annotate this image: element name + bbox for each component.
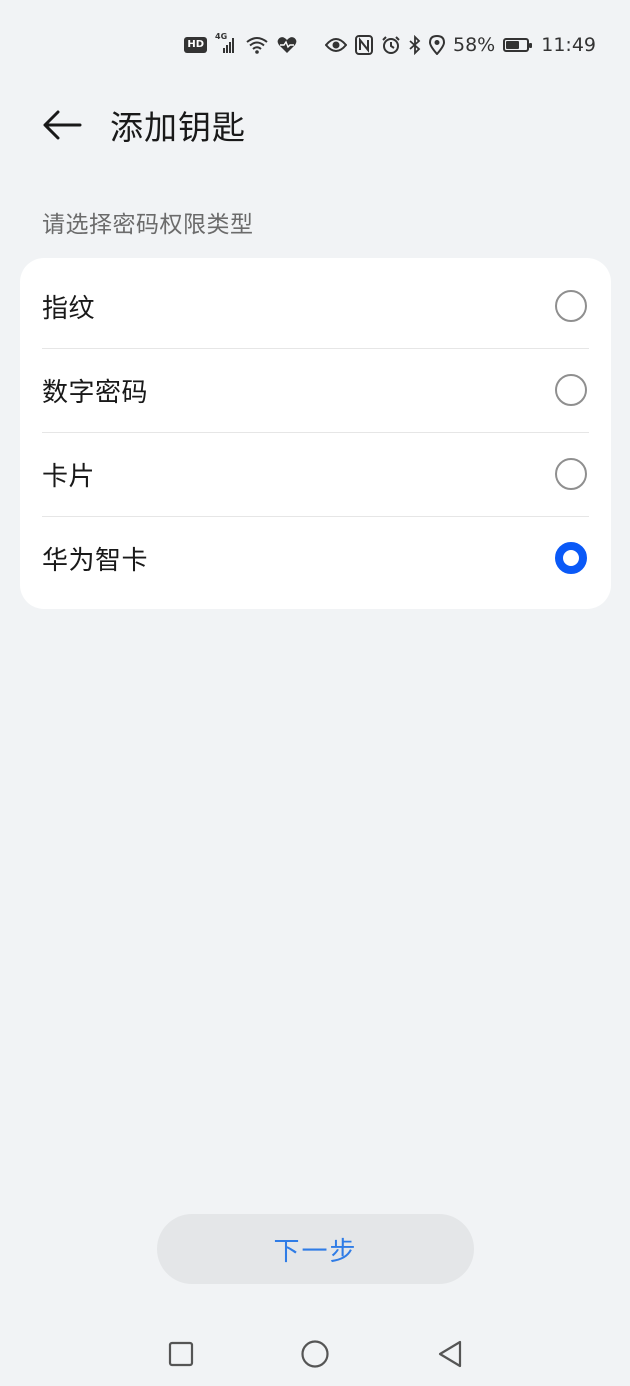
option-digital-password[interactable]: 数字密码	[42, 348, 589, 432]
health-heart-icon	[277, 34, 297, 56]
eye-comfort-icon	[325, 34, 347, 56]
battery-icon	[503, 34, 533, 56]
battery-percent: 58%	[453, 34, 496, 56]
back-button[interactable]	[40, 103, 84, 147]
back-nav-button[interactable]	[430, 1334, 470, 1374]
next-step-button[interactable]: 下一步	[157, 1214, 474, 1284]
radio-button[interactable]	[555, 290, 587, 322]
nfc-icon	[355, 34, 373, 56]
battery-outline	[503, 38, 533, 52]
location-icon	[429, 34, 445, 56]
option-label: 卡片	[42, 461, 96, 492]
hd-label: HD	[184, 37, 207, 53]
bluetooth-icon	[409, 34, 421, 56]
radio-button[interactable]	[555, 542, 587, 574]
section-subheading: 请选择密码权限类型	[42, 212, 254, 238]
network-type-label: 4G	[215, 32, 228, 41]
cellular-signal-icon: 4G	[215, 32, 237, 56]
battery-level-fill	[506, 41, 519, 49]
header: 添加钥匙	[40, 96, 246, 154]
status-bar: HD 4G 58% 11:49	[184, 28, 596, 62]
home-button[interactable]	[295, 1334, 335, 1374]
option-huawei-smart-card[interactable]: 华为智卡	[42, 516, 589, 600]
home-circle-icon	[301, 1340, 329, 1368]
system-navigation-bar	[0, 1326, 630, 1382]
option-label: 华为智卡	[42, 545, 149, 576]
radio-button[interactable]	[555, 374, 587, 406]
arrow-left-icon	[43, 110, 82, 140]
option-label: 指纹	[42, 293, 96, 324]
recent-apps-button[interactable]	[161, 1334, 201, 1374]
wifi-icon	[245, 34, 269, 56]
page-title: 添加钥匙	[110, 108, 246, 147]
permission-type-list: 指纹 数字密码 卡片 华为智卡	[20, 258, 611, 609]
alarm-icon	[381, 34, 401, 56]
hd-icon: HD	[184, 34, 207, 56]
clock-time: 11:49	[541, 34, 596, 56]
option-fingerprint[interactable]: 指纹	[42, 264, 589, 348]
radio-button[interactable]	[555, 458, 587, 490]
recent-apps-square-icon	[168, 1341, 194, 1367]
back-triangle-icon	[438, 1340, 462, 1368]
option-label: 数字密码	[42, 377, 149, 408]
option-card[interactable]: 卡片	[42, 432, 589, 516]
